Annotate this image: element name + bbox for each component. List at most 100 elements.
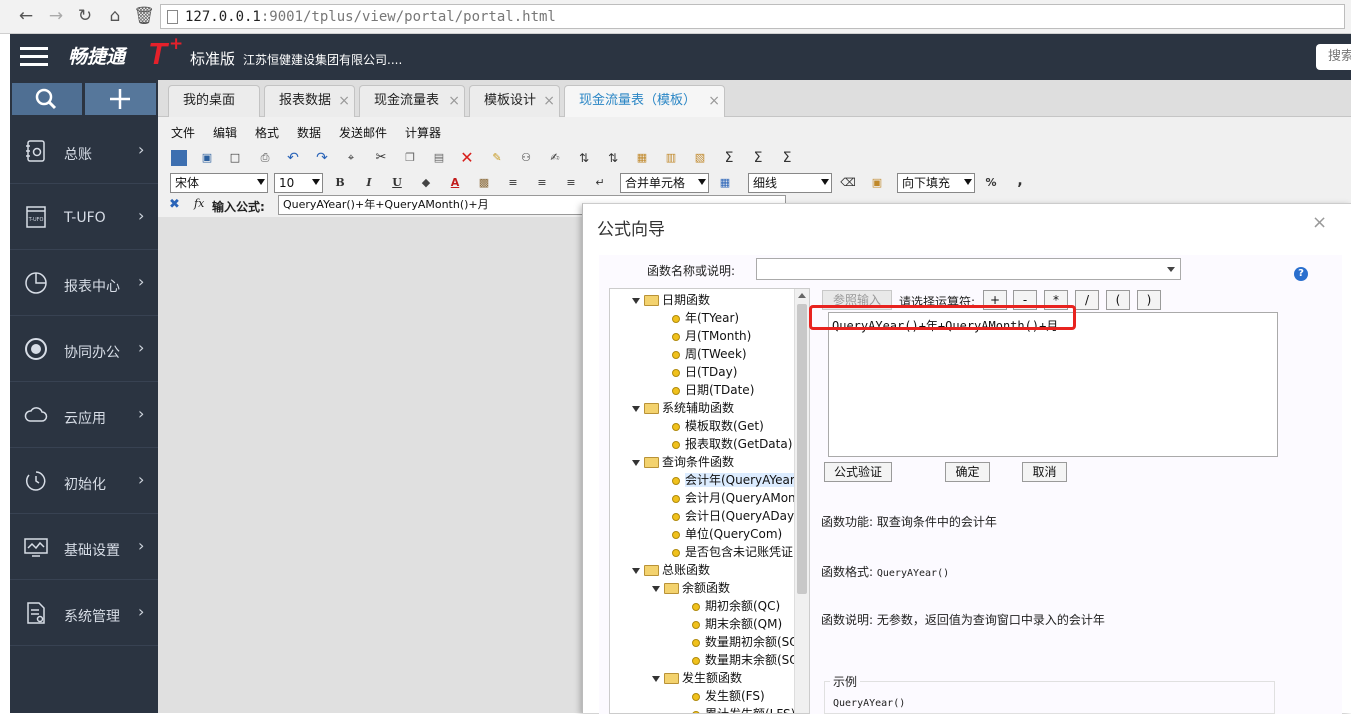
select-all-icon[interactable]: ⌖: [343, 150, 359, 166]
tab-my-desktop[interactable]: 我的桌面: [168, 85, 260, 117]
expand-triangle-icon[interactable]: [652, 586, 660, 592]
font-color-button[interactable]: A: [447, 175, 463, 191]
home-icon[interactable]: ⌂: [103, 5, 127, 27]
menu-send-email[interactable]: 发送邮件: [339, 124, 387, 141]
font-size-select[interactable]: 10: [274, 173, 323, 193]
function-name-select[interactable]: [756, 258, 1181, 280]
grid-icon[interactable]: ▦: [717, 175, 733, 191]
line-style-select[interactable]: 细线: [748, 173, 832, 193]
sidebar-add-button[interactable]: [85, 83, 156, 115]
tab-cash-flow[interactable]: 现金流量表×: [359, 85, 465, 117]
close-icon[interactable]: ×: [338, 86, 350, 116]
cancel-button[interactable]: 取消: [1022, 462, 1067, 482]
tree-item[interactable]: 期初余额(QC): [692, 597, 780, 615]
tree-item[interactable]: 日(TDay): [672, 363, 737, 381]
expand-triangle-icon[interactable]: [632, 568, 640, 574]
sidebar-item-ledger[interactable]: 总账 ›: [10, 118, 158, 184]
undo-icon[interactable]: ↶: [285, 150, 301, 166]
tree-item[interactable]: 报表取数(GetData): [672, 435, 792, 453]
sidebar-search-button[interactable]: [12, 83, 82, 115]
tree-item[interactable]: 发生额(FS): [692, 687, 765, 705]
expand-triangle-icon[interactable]: [632, 460, 640, 466]
find-icon[interactable]: ⚇: [518, 150, 534, 166]
expand-triangle-icon[interactable]: [632, 298, 640, 304]
column-sum-icon[interactable]: Σ: [779, 150, 795, 166]
tree-item[interactable]: 会计日(QueryADay): [672, 507, 799, 525]
address-bar[interactable]: 127.0.0.1:9001/tplus/view/portal/portal.…: [160, 4, 1345, 29]
tree-item[interactable]: 月(TMonth): [672, 327, 751, 345]
tree-folder[interactable]: 日期函数: [632, 291, 710, 309]
italic-button[interactable]: I: [361, 175, 377, 191]
scroll-up-icon[interactable]: [798, 293, 806, 298]
tree-item[interactable]: 数量期初余额(SQ: [692, 633, 799, 651]
tree-folder[interactable]: 余额函数: [652, 579, 730, 597]
tree-item[interactable]: 是否包含未记账凭证(: [672, 543, 798, 561]
tree-item[interactable]: 期末余额(QM): [692, 615, 782, 633]
tree-folder[interactable]: 系统辅助函数: [632, 399, 734, 417]
tree-folder[interactable]: 发生额函数: [652, 669, 742, 687]
tree-item[interactable]: 单位(QueryCom): [672, 525, 782, 543]
save-as-icon[interactable]: ▣: [199, 150, 215, 166]
tree-scrollbar[interactable]: [794, 289, 809, 714]
font-family-select[interactable]: 宋体: [170, 173, 268, 193]
cancel-formula-icon[interactable]: ✖: [169, 197, 180, 212]
paste-icon[interactable]: ▤: [431, 150, 447, 166]
close-icon[interactable]: ×: [1312, 212, 1327, 233]
tab-report-data[interactable]: 报表数据×: [264, 85, 355, 117]
tab-template-design[interactable]: 模板设计×: [469, 85, 560, 117]
cut-icon[interactable]: ✂: [373, 150, 389, 166]
percent-button[interactable]: %: [983, 175, 999, 191]
expand-triangle-icon[interactable]: [632, 406, 640, 412]
tree-folder[interactable]: 总账函数: [632, 561, 710, 579]
sidebar-item-basic-settings[interactable]: 基础设置 ›: [10, 514, 158, 580]
sort-desc-icon[interactable]: ⇅: [605, 150, 621, 166]
company-name[interactable]: 江苏恒健建设集团有限公司....: [243, 51, 402, 68]
close-icon[interactable]: ×: [448, 86, 460, 116]
expand-triangle-icon[interactable]: [652, 676, 660, 682]
copy-icon[interactable]: ❐: [402, 150, 418, 166]
menu-data[interactable]: 数据: [297, 124, 321, 141]
help-icon[interactable]: ?: [1294, 267, 1308, 281]
sidebar-item-tufo[interactable]: T-UFO T-UFO ›: [10, 184, 158, 250]
global-search-button[interactable]: 搜索: [1316, 44, 1351, 70]
sidebar-item-initialize[interactable]: 初始化 ›: [10, 448, 158, 514]
tree-item[interactable]: 会计月(QueryAMonth): [672, 489, 810, 507]
sidebar-item-collaboration[interactable]: 协同办公 ›: [10, 316, 158, 382]
trash-icon[interactable]: 🗑: [132, 5, 156, 27]
border-icon[interactable]: ▩: [476, 175, 492, 191]
operator-close-paren-button[interactable]: ): [1137, 290, 1161, 310]
url-text[interactable]: 127.0.0.1:9001/tplus/view/portal/portal.…: [185, 9, 556, 25]
save-icon[interactable]: [171, 150, 187, 166]
bold-button[interactable]: B: [332, 175, 348, 191]
sum-icon[interactable]: Σ: [721, 150, 737, 166]
thousands-separator-button[interactable]: ,: [1012, 173, 1028, 189]
menu-format[interactable]: 格式: [255, 124, 279, 141]
delete-row-icon[interactable]: ▧: [692, 150, 708, 166]
tab-cash-flow-template[interactable]: 现金流量表（模板）×: [564, 85, 725, 117]
scroll-thumb[interactable]: [797, 304, 807, 594]
tree-folder[interactable]: 查询条件函数: [632, 453, 734, 471]
align-center-icon[interactable]: ≡: [534, 175, 550, 191]
sort-asc-icon[interactable]: ⇅: [576, 150, 592, 166]
fill-color-icon[interactable]: ◆: [418, 175, 434, 191]
back-arrow-icon[interactable]: ←: [14, 5, 38, 27]
print-preview-icon[interactable]: □: [227, 150, 243, 166]
underline-button[interactable]: U: [389, 175, 405, 191]
tree-item[interactable]: 周(TWeek): [672, 345, 747, 363]
fill-down-select[interactable]: 向下填充: [897, 173, 975, 193]
align-left-icon[interactable]: ≡: [505, 175, 521, 191]
tree-item[interactable]: 年(TYear): [672, 309, 739, 327]
close-icon[interactable]: ×: [708, 86, 720, 116]
insert-column-icon[interactable]: ▥: [663, 150, 679, 166]
delete-icon[interactable]: ✕: [459, 150, 475, 166]
sidebar-item-report-center[interactable]: 报表中心 ›: [10, 250, 158, 316]
replace-icon[interactable]: ✍: [547, 150, 563, 166]
tree-item[interactable]: 会计年(QueryAYear): [672, 471, 800, 489]
reload-icon[interactable]: ↻: [73, 5, 97, 27]
format-painter-icon[interactable]: ✎: [489, 150, 505, 166]
forward-arrow-icon[interactable]: →: [44, 5, 68, 27]
fill-series-icon[interactable]: ▣: [869, 175, 885, 191]
menu-file[interactable]: 文件: [171, 124, 195, 141]
operator-open-paren-button[interactable]: (: [1106, 290, 1130, 310]
hamburger-menu-icon[interactable]: [20, 47, 48, 67]
